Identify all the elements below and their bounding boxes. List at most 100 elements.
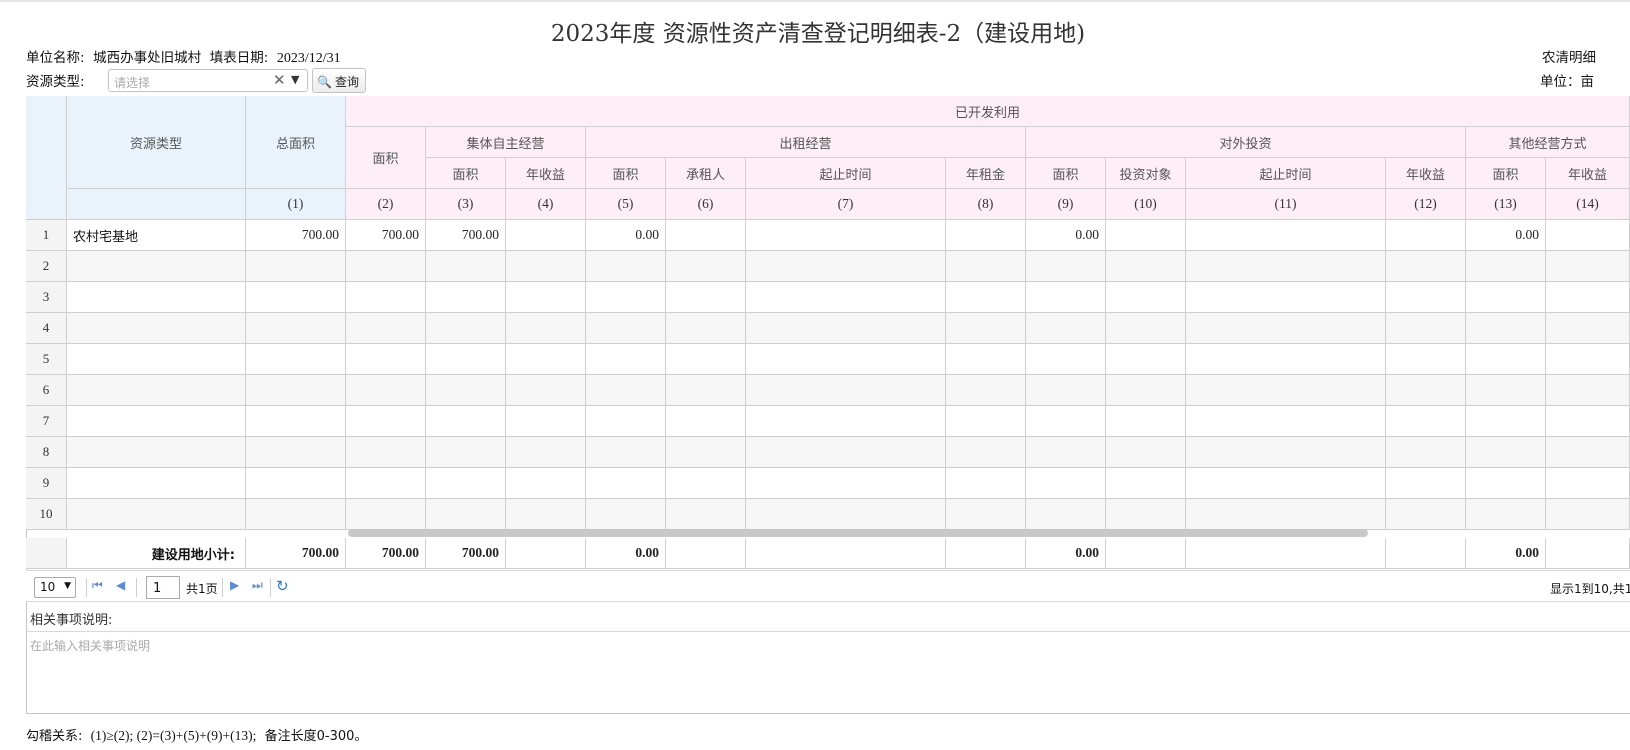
table-cell[interactable] (586, 437, 666, 468)
table-cell[interactable] (666, 313, 746, 344)
horizontal-scrollbar[interactable] (348, 529, 1368, 537)
table-cell[interactable] (506, 251, 586, 282)
table-cell[interactable] (426, 437, 506, 468)
prev-page-icon[interactable]: ◀ (116, 578, 125, 592)
table-cell[interactable] (1386, 375, 1466, 406)
table-cell[interactable] (1546, 468, 1630, 499)
table-cell[interactable] (246, 313, 346, 344)
query-button[interactable]: 🔍 查询 (312, 68, 366, 93)
cell-resource-type[interactable] (67, 251, 246, 282)
table-cell[interactable] (346, 313, 426, 344)
table-cell[interactable] (666, 282, 746, 313)
table-cell[interactable] (1186, 282, 1386, 313)
table-cell[interactable] (946, 468, 1026, 499)
table-cell[interactable] (746, 468, 946, 499)
table-cell[interactable] (946, 375, 1026, 406)
table-cell[interactable] (746, 220, 946, 251)
table-cell[interactable] (586, 406, 666, 437)
table-cell[interactable] (1466, 282, 1546, 313)
table-cell[interactable] (1106, 406, 1186, 437)
clear-icon[interactable]: ✕ (273, 71, 286, 89)
table-cell[interactable] (346, 375, 426, 406)
table-cell[interactable] (506, 437, 586, 468)
table-cell[interactable] (1106, 282, 1186, 313)
page-size-select[interactable]: 10 ▼ (34, 577, 76, 598)
table-cell[interactable] (1386, 313, 1466, 344)
table-cell[interactable] (1386, 251, 1466, 282)
cell-resource-type[interactable] (67, 375, 246, 406)
table-cell[interactable] (586, 313, 666, 344)
table-cell[interactable] (1106, 499, 1186, 530)
table-cell[interactable] (1466, 406, 1546, 437)
table-cell[interactable] (746, 375, 946, 406)
table-cell[interactable] (746, 406, 946, 437)
table-cell[interactable] (1026, 406, 1106, 437)
table-cell[interactable] (1106, 437, 1186, 468)
cell-resource-type[interactable] (67, 313, 246, 344)
cell-resource-type[interactable] (67, 282, 246, 313)
cell-resource-type[interactable] (67, 468, 246, 499)
table-cell[interactable] (506, 313, 586, 344)
table-cell[interactable] (1186, 468, 1386, 499)
table-cell[interactable]: 700.00 (246, 220, 346, 251)
table-cell[interactable] (1386, 499, 1466, 530)
table-cell[interactable] (1546, 499, 1630, 530)
table-cell[interactable] (946, 499, 1026, 530)
table-cell[interactable] (1386, 282, 1466, 313)
table-cell[interactable] (506, 282, 586, 313)
table-cell[interactable] (946, 251, 1026, 282)
table-cell[interactable] (346, 468, 426, 499)
table-cell[interactable] (426, 499, 506, 530)
table-cell[interactable] (666, 251, 746, 282)
table-cell[interactable] (246, 499, 346, 530)
table-cell[interactable] (1106, 313, 1186, 344)
table-cell[interactable] (946, 406, 1026, 437)
table-cell[interactable] (666, 499, 746, 530)
cell-resource-type[interactable] (67, 344, 246, 375)
table-cell[interactable] (246, 344, 346, 375)
table-cell[interactable] (506, 220, 586, 251)
table-cell[interactable] (1026, 375, 1106, 406)
table-cell[interactable] (1186, 220, 1386, 251)
table-cell[interactable] (1106, 344, 1186, 375)
table-cell[interactable] (1546, 282, 1630, 313)
cell-resource-type[interactable]: 农村宅基地 (67, 220, 246, 251)
table-cell[interactable] (1186, 375, 1386, 406)
next-page-icon[interactable]: ▶ (230, 578, 239, 592)
table-cell[interactable] (1386, 406, 1466, 437)
chevron-down-icon[interactable]: ▼ (291, 73, 299, 86)
table-cell[interactable] (1546, 344, 1630, 375)
table-cell[interactable] (586, 344, 666, 375)
table-cell[interactable] (1466, 251, 1546, 282)
refresh-icon[interactable]: ↻ (276, 577, 289, 595)
table-cell[interactable] (1466, 375, 1546, 406)
table-cell[interactable] (586, 375, 666, 406)
table-cell[interactable] (1386, 220, 1466, 251)
table-cell[interactable] (1186, 344, 1386, 375)
table-cell[interactable] (586, 282, 666, 313)
last-page-icon[interactable]: ⏭ (252, 578, 263, 593)
table-cell[interactable] (1106, 251, 1186, 282)
table-cell[interactable] (346, 344, 426, 375)
table-cell[interactable] (426, 344, 506, 375)
table-cell[interactable] (1466, 468, 1546, 499)
table-cell[interactable] (666, 437, 746, 468)
table-cell[interactable] (1186, 313, 1386, 344)
table-cell[interactable] (1186, 499, 1386, 530)
table-cell[interactable] (346, 437, 426, 468)
cell-resource-type[interactable] (67, 406, 246, 437)
table-cell[interactable] (346, 282, 426, 313)
table-cell[interactable] (1546, 406, 1630, 437)
table-cell[interactable] (1186, 437, 1386, 468)
table-cell[interactable] (1386, 468, 1466, 499)
page-number-input[interactable]: 1 (146, 576, 180, 599)
table-cell[interactable] (1106, 375, 1186, 406)
resource-type-select[interactable]: 请选择 ✕ ▼ (108, 69, 308, 92)
table-cell[interactable]: 0.00 (1466, 220, 1546, 251)
table-cell[interactable] (1106, 468, 1186, 499)
table-cell[interactable] (426, 251, 506, 282)
table-cell[interactable] (426, 406, 506, 437)
table-cell[interactable] (346, 499, 426, 530)
table-cell[interactable] (666, 344, 746, 375)
table-cell[interactable]: 700.00 (426, 220, 506, 251)
